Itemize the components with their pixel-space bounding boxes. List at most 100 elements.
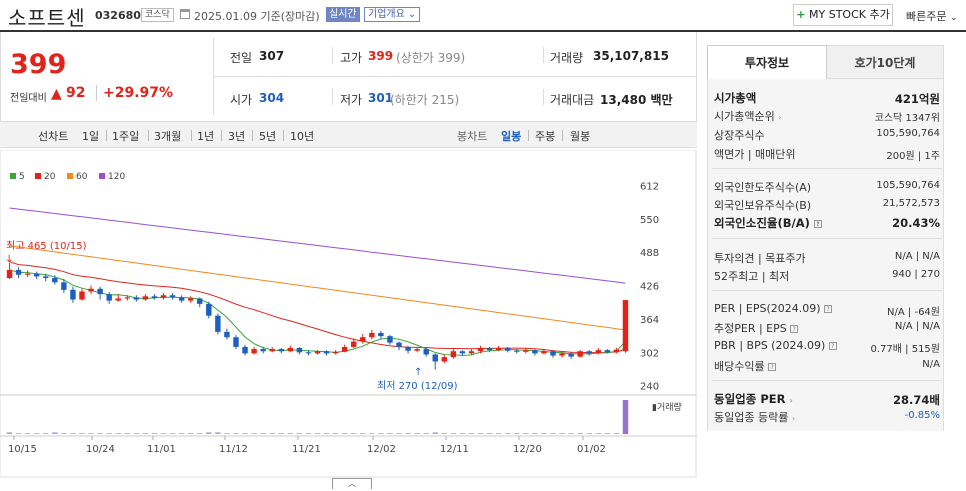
volume-bar: [613, 433, 620, 434]
period-1year[interactable]: 1년: [197, 128, 214, 144]
realtime-button[interactable]: 실시간: [326, 7, 360, 22]
volume-bar: [477, 433, 484, 434]
period-3year[interactable]: 3년: [228, 128, 245, 144]
volume-bar: [97, 433, 103, 434]
est-per: N/A | N/A: [894, 321, 940, 332]
period-daily-candle[interactable]: 일봉: [501, 128, 521, 144]
volume-bar: [269, 433, 275, 434]
candle: [396, 342, 402, 347]
ma20-line: [9, 261, 626, 354]
legend-label-60: 60: [76, 172, 88, 182]
candle: [550, 351, 556, 356]
help-icon[interactable]: ?: [824, 305, 833, 313]
volume-bar: [468, 433, 475, 434]
volume-bar: [486, 433, 493, 434]
volume-bar: [151, 433, 158, 434]
candle: [178, 297, 185, 301]
candle: [115, 298, 121, 301]
company-info-dropdown[interactable]: 기업개요 ⌄: [364, 7, 421, 22]
volume-bar: [287, 433, 294, 434]
divider: [543, 47, 544, 63]
per: N/A | -64원: [887, 307, 940, 318]
candle: [187, 298, 194, 301]
candle: [387, 336, 393, 343]
period-weekly-candle[interactable]: 주봉: [535, 128, 555, 144]
trade-amount: 13,480 백만: [600, 93, 673, 107]
volume-bar: [514, 433, 520, 434]
separator: [283, 130, 284, 141]
candle: [224, 331, 230, 338]
volume-bar: [314, 433, 321, 434]
tab-order-book[interactable]: 호가10단계: [827, 45, 944, 79]
period-1week[interactable]: 1주일: [112, 128, 139, 144]
legend-swatch-5: [10, 173, 16, 179]
candle-chart-label: 봉차트: [457, 130, 488, 143]
ma5-line: [9, 269, 626, 357]
volume-bar: [52, 432, 58, 434]
candle: [197, 298, 203, 304]
candle: [459, 351, 466, 354]
help-icon[interactable]: ?: [768, 363, 777, 371]
volume-bar: [296, 433, 303, 434]
volume-label: 거래량: [550, 51, 584, 65]
separator: [106, 130, 107, 141]
candle: [323, 351, 330, 354]
period-10year[interactable]: 10년: [290, 128, 314, 144]
period-line-chart[interactable]: 선차트: [38, 128, 68, 144]
volume-bar: [88, 433, 94, 434]
chevron-right-icon: ›: [789, 396, 793, 405]
chart-collapse-toggle[interactable]: ︿: [332, 478, 372, 489]
x-tick-label: 11/12: [219, 444, 248, 455]
x-tick-label: 10/15: [8, 444, 37, 455]
sector-change-label[interactable]: 동일업종 등락률 ›: [714, 409, 795, 425]
volume-bar: [378, 433, 384, 434]
volume-bar: [70, 433, 76, 434]
volume-bar: [369, 433, 375, 434]
trade-amount-label: 거래대금: [550, 93, 595, 107]
y-tick-label: 550: [640, 215, 659, 226]
par-label: 액면가 | 매매단위: [714, 148, 796, 161]
candle: [351, 341, 357, 347]
ma120-line: [9, 207, 626, 284]
period-monthly-candle[interactable]: 월봉: [570, 128, 590, 144]
volume-bar: [423, 433, 429, 434]
volume-bar: [323, 433, 330, 434]
price-chart[interactable]: 5 20 60 120 612 550 488 426 364 302 240 최고 465 (10/…: [0, 150, 697, 478]
foreign-rate: 20.43%: [892, 216, 940, 230]
candle: [97, 288, 103, 295]
cap-rank-label[interactable]: 시가총액순위 ›: [714, 108, 781, 124]
help-icon[interactable]: ?: [828, 342, 837, 350]
section-divider: [712, 238, 942, 239]
help-icon[interactable]: ?: [813, 219, 822, 228]
divider: [332, 47, 333, 63]
candle: [160, 295, 167, 298]
y-tick-label: 364: [640, 315, 659, 326]
sector-per-label[interactable]: 동일업종 PER ›: [714, 391, 793, 407]
candle: [495, 348, 502, 351]
volume-bar: [224, 433, 230, 434]
volume-bar: [577, 433, 583, 434]
help-icon[interactable]: ?: [790, 325, 799, 333]
candle: [441, 357, 448, 362]
period-1day[interactable]: 1일: [82, 128, 99, 144]
candle: [6, 269, 13, 278]
tab-investment-info[interactable]: 투자정보: [707, 45, 827, 79]
separator: [252, 130, 253, 141]
candle: [24, 273, 31, 275]
plus-icon: +: [796, 8, 806, 21]
candle: [233, 337, 239, 347]
volume-bar: [414, 433, 420, 434]
period-5year[interactable]: 5년: [259, 128, 276, 144]
high-price: 399: [368, 49, 394, 63]
add-my-stock-button[interactable]: + MY STOCK 추가: [793, 4, 893, 26]
volume-bar: [541, 433, 547, 434]
candle: [305, 352, 312, 354]
change-label: 전일대비: [10, 93, 47, 104]
period-3month[interactable]: 3개월: [154, 128, 181, 144]
volume-bar: [187, 433, 194, 434]
candle: [423, 349, 429, 355]
volume-bar: [160, 433, 167, 434]
volume-bar: [495, 433, 502, 434]
quick-order-button[interactable]: 빠른주문 ⌄: [906, 8, 958, 24]
separator: [148, 130, 149, 141]
